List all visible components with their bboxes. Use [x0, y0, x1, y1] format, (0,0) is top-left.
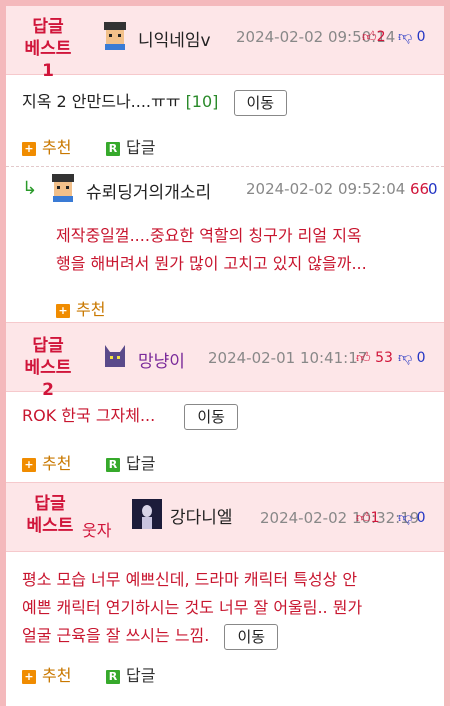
reply-button[interactable]: R 답글 [106, 662, 155, 686]
timestamp: 2024-02-02 10:32:19 [260, 509, 420, 527]
move-button[interactable]: 이동 [224, 623, 279, 650]
recommend-button[interactable]: + 추천 [22, 450, 71, 474]
upvote-count: 1 [370, 510, 380, 526]
reply-button[interactable]: R 답글 [106, 450, 155, 474]
comment-line: 예쁜 캐릭터 연기하시는 것도 너무 잘 어울림.. 뭔가 [22, 598, 363, 617]
recommend-button[interactable]: + 추천 [22, 662, 71, 686]
comment-body: 제작중일껄....중요한 역할의 칭구가 리얼 지옥 행을 해버려서 뭔가 많이… [56, 222, 441, 278]
best-badge-line1: 답글 [32, 336, 64, 356]
recommend-label: 추천 [42, 666, 72, 685]
thumbs-down-icon: 👎︎ [398, 29, 413, 45]
plus-icon: + [22, 457, 36, 472]
downvote-count: 0 [416, 29, 426, 45]
comment-body: 지옥 2 안만드나....ㅠㅠ [10] 이동 [22, 88, 432, 116]
best-comment-header-1: 답글 베스트1 니익네임v 2024-02-02 09:50:14 👍︎2 👎︎… [6, 6, 444, 81]
upvote-button[interactable]: 👍︎1 [356, 509, 380, 526]
thumbs-up-icon: 👍︎ [362, 29, 377, 45]
upvote-button[interactable]: 👍︎2 [362, 28, 386, 45]
best-badge-line2: 베스트1 [24, 39, 72, 81]
comment-line: 행을 해버려서 뭔가 많이 고치고 있지 않을까... [56, 254, 367, 273]
user-avatar[interactable] [132, 499, 162, 529]
move-button[interactable]: 이동 [233, 89, 288, 116]
reply-label: 답글 [126, 138, 156, 157]
downvote-count: 0 [416, 510, 426, 526]
best-badge-1: 답글 베스트1 [20, 16, 76, 82]
timestamp: 2024-02-02 09:52:04 [246, 180, 406, 198]
best-badge-line2: 베스트2 [24, 358, 72, 400]
nickname[interactable]: 슈뢰딩거의개소리 [86, 178, 211, 203]
downvote-button[interactable]: 👎︎ 0 [398, 28, 426, 45]
comment-line: 평소 모습 너무 예쁘신데, 드라마 캐릭터 특성상 안 [22, 570, 358, 589]
plus-icon: + [22, 141, 36, 156]
best-badge-3: 답글 베스트 [20, 493, 80, 537]
upvote-count[interactable]: 66 [410, 180, 429, 198]
best-badge-line1: 답글 [34, 494, 66, 514]
comment-body: 평소 모습 너무 예쁘신데, 드라마 캐릭터 특성상 안 예쁜 캐릭터 연기하시… [22, 566, 440, 650]
nickname[interactable]: 강다니엘 [170, 503, 233, 528]
reply-icon: R [106, 457, 120, 472]
move-button[interactable]: 이동 [184, 403, 238, 430]
recommend-button[interactable]: + 추천 [22, 134, 71, 158]
best-comment-header-3: 답글 베스트 웃자 강다니엘 2024-02-02 10:32:19 👍︎1 👎… [6, 482, 444, 552]
thumbs-up-icon: 👍︎ [356, 510, 371, 526]
user-avatar[interactable] [48, 172, 78, 202]
comment-text: 지옥 2 안만드나....ㅠㅠ [22, 92, 181, 111]
upvote-button[interactable]: 👍︎ 53 [356, 349, 393, 366]
recommend-label: 추천 [76, 300, 106, 319]
upvote-count: 53 [375, 350, 393, 366]
best-comment-header-2: 답글 베스트2 망냥이 2024-02-01 10:41:17 👍︎ 53 👎︎… [6, 322, 444, 400]
reply-arrow-icon: ↳ [22, 178, 38, 199]
recommend-label: 추천 [42, 138, 72, 157]
reply-icon: R [106, 141, 120, 156]
reply-button[interactable]: R 답글 [106, 134, 155, 158]
title-tag: 웃자 [82, 521, 112, 540]
recommend-label: 추천 [42, 454, 72, 473]
downvote-button[interactable]: 👎︎ 0 [398, 349, 426, 366]
downvote-count[interactable]: 0 [428, 180, 438, 198]
best-badge-line1: 답글 [32, 17, 64, 37]
thumbs-down-icon: 👎︎ [398, 510, 413, 526]
comment-list: 답글 베스트1 니익네임v 2024-02-02 09:50:14 👍︎2 👎︎… [6, 6, 444, 706]
reply-count: [10] [185, 92, 219, 111]
best-badge-line2: 베스트 [26, 516, 74, 536]
divider [6, 166, 444, 167]
reply-icon: R [106, 669, 120, 684]
user-avatar[interactable] [100, 341, 130, 371]
timestamp: 2024-02-01 10:41:17 [208, 349, 368, 367]
reply-label: 답글 [126, 454, 156, 473]
thumbs-down-icon: 👎︎ [398, 350, 413, 366]
plus-icon: + [22, 669, 36, 684]
nickname[interactable]: 니익네임v [138, 26, 211, 51]
comment-text: ROK 한국 그자체... [22, 406, 156, 425]
downvote-button[interactable]: 👎︎ 0 [398, 509, 426, 526]
user-avatar[interactable] [100, 20, 130, 50]
nickname[interactable]: 망냥이 [138, 347, 185, 372]
plus-icon: + [56, 303, 70, 318]
thumbs-up-icon: 👍︎ [356, 350, 371, 366]
upvote-count: 2 [376, 29, 386, 45]
comment-body: ROK 한국 그자체... 이동 [22, 402, 432, 430]
best-badge-2: 답글 베스트2 [20, 335, 76, 401]
recommend-button[interactable]: + 추천 [56, 296, 105, 320]
downvote-count: 0 [416, 350, 426, 366]
comment-line: 제작중일껄....중요한 역할의 칭구가 리얼 지옥 [56, 226, 362, 245]
reply-label: 답글 [126, 666, 156, 685]
comment-line: 얼굴 근육을 잘 쓰시는 느낌. [22, 626, 210, 645]
